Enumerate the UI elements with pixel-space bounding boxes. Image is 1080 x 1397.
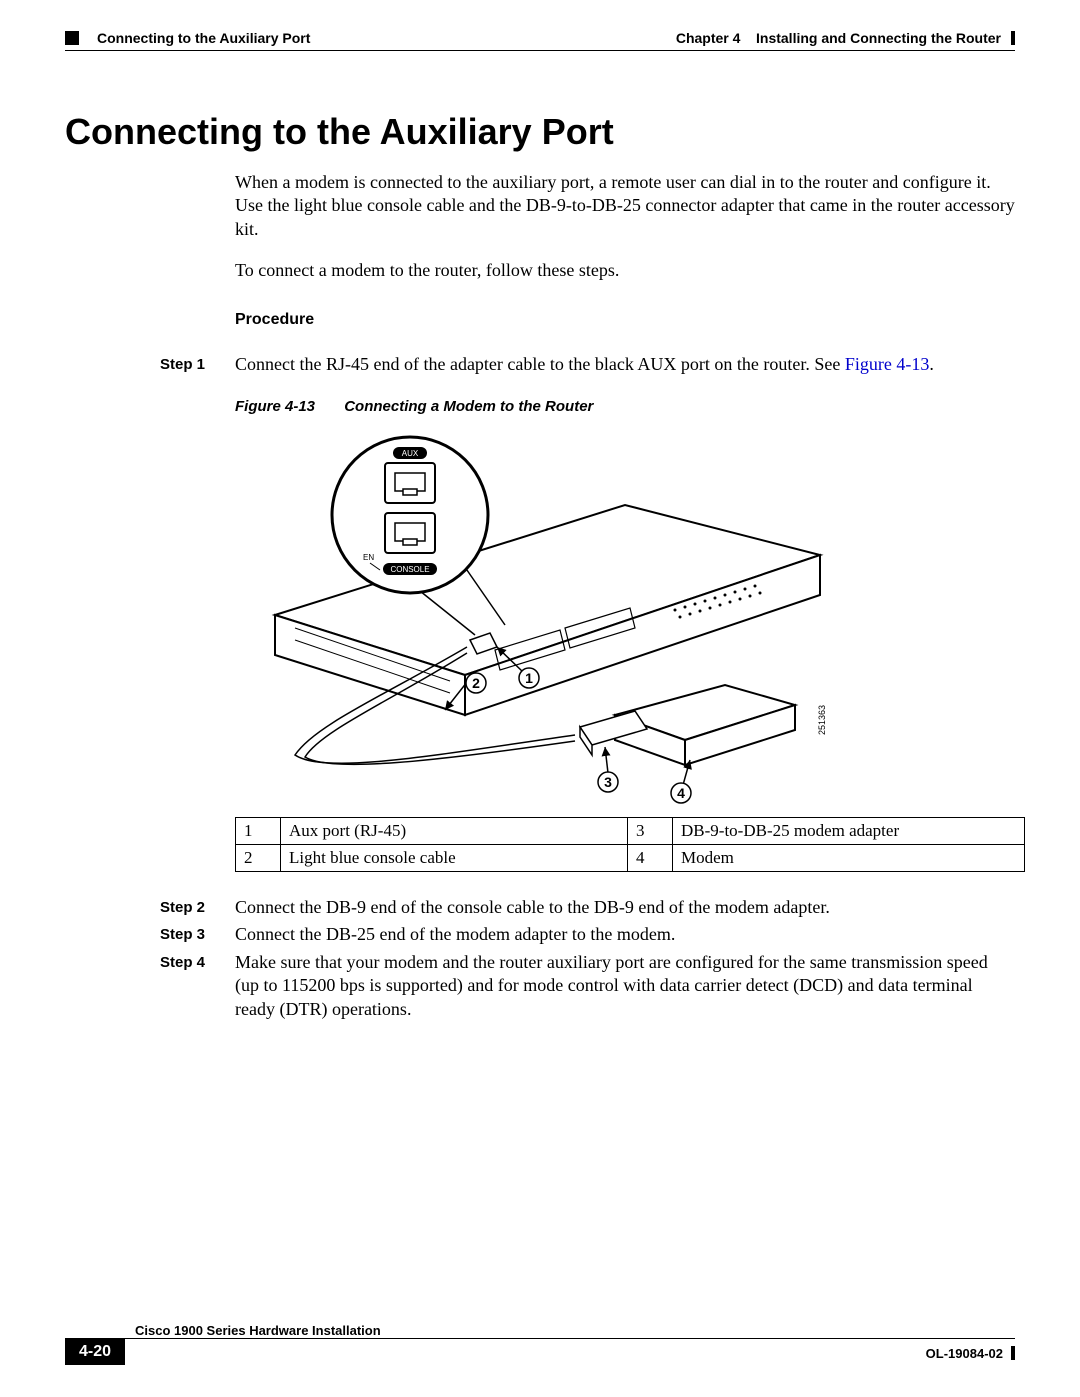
modem-icon (580, 685, 795, 765)
footer-end-bar (1011, 1346, 1015, 1360)
running-head-chapter-label: Chapter 4 (676, 30, 741, 46)
header-end-bar (1011, 31, 1015, 45)
table-row: 2 Light blue console cable 4 Modem (236, 844, 1025, 871)
page-footer: Cisco 1900 Series Hardware Installation … (65, 1323, 1015, 1365)
header-marker (65, 31, 79, 45)
procedure-heading: Procedure (235, 311, 1015, 329)
callout-3: 3 (598, 747, 618, 792)
console-label: CONSOLE (390, 565, 429, 574)
step-text: Make sure that your modem and the router… (235, 951, 1015, 1021)
page-header: Connecting to the Auxiliary Port Chapter… (65, 30, 1015, 46)
svg-text:3: 3 (604, 774, 612, 790)
intro-paragraph-2: To connect a modem to the router, follow… (235, 259, 1015, 282)
figure-legend-table: 1 Aux port (RJ-45) 3 DB-9-to-DB-25 modem… (235, 817, 1025, 872)
svg-text:1: 1 (525, 670, 533, 686)
callout-4: 4 (671, 760, 691, 803)
step-text: Connect the DB-9 end of the console cabl… (235, 896, 1015, 919)
doc-id: OL-19084-02 (926, 1346, 1003, 1361)
figure-id: 251363 (817, 705, 827, 735)
en-label: EN (363, 553, 374, 562)
step-label: Step 1 (160, 353, 235, 376)
page-number: 4-20 (65, 1339, 125, 1365)
step-label: Step 4 (160, 951, 235, 1021)
intro-paragraph-1: When a modem is connected to the auxilia… (235, 171, 1015, 241)
figure-caption: Figure 4-13 Connecting a Modem to the Ro… (235, 398, 1015, 415)
svg-text:4: 4 (677, 785, 685, 801)
header-rule (65, 50, 1015, 51)
step-label: Step 3 (160, 923, 235, 946)
step-label: Step 2 (160, 896, 235, 919)
step-text: Connect the DB-25 end of the modem adapt… (235, 923, 1015, 946)
aux-label: AUX (402, 449, 419, 458)
footer-book-title: Cisco 1900 Series Hardware Installation (135, 1323, 381, 1338)
figure-reference-link[interactable]: Figure 4-13 (845, 354, 930, 374)
running-head-section: Connecting to the Auxiliary Port (97, 30, 310, 46)
svg-text:2: 2 (472, 675, 480, 691)
footer-rule (65, 1338, 1015, 1339)
table-row: 1 Aux port (RJ-45) 3 DB-9-to-DB-25 modem… (236, 817, 1025, 844)
step-text: Connect the RJ-45 end of the adapter cab… (235, 353, 1015, 376)
figure-diagram: AUX EN CONSOLE (235, 425, 855, 805)
section-title: Connecting to the Auxiliary Port (65, 111, 1015, 153)
running-head-chapter-title: Installing and Connecting the Router (756, 30, 1001, 46)
